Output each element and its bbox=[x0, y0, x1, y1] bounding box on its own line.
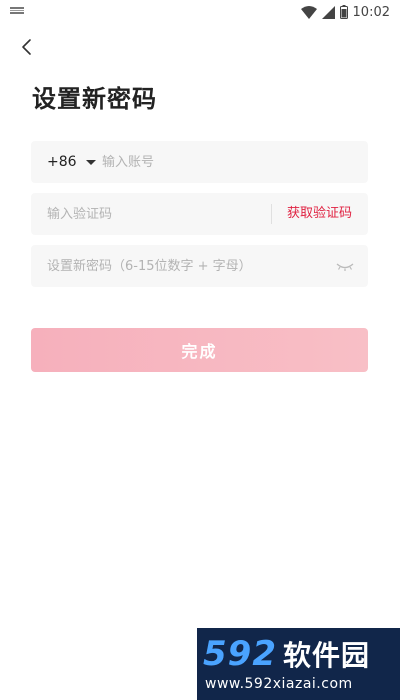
watermark-number: 592 bbox=[203, 634, 277, 674]
caret-down-icon bbox=[85, 159, 96, 165]
account-field: +86 bbox=[31, 141, 368, 183]
watermark-logo: 592 软件园 www.592xiazai.com bbox=[197, 628, 400, 700]
new-password-input[interactable] bbox=[47, 245, 327, 287]
battery-icon bbox=[339, 5, 348, 19]
wifi-icon bbox=[300, 5, 317, 19]
verification-code-field: 获取验证码 bbox=[31, 193, 368, 235]
country-code: +86 bbox=[47, 154, 77, 170]
eye-closed-icon[interactable] bbox=[336, 258, 354, 274]
verification-code-input[interactable] bbox=[47, 193, 267, 235]
account-input[interactable] bbox=[102, 141, 352, 183]
country-code-selector[interactable]: +86 bbox=[47, 141, 96, 183]
divider bbox=[271, 204, 272, 224]
new-password-field bbox=[31, 245, 368, 287]
get-code-button[interactable]: 获取验证码 bbox=[287, 193, 352, 235]
signal-icon bbox=[321, 5, 335, 19]
page-title: 设置新密码 bbox=[32, 85, 157, 113]
chevron-left-icon[interactable] bbox=[16, 36, 38, 58]
notification-icon bbox=[10, 7, 24, 14]
status-bar: 10:02 bbox=[0, 0, 400, 24]
watermark-text: 软件园 bbox=[282, 639, 370, 672]
done-button[interactable]: 完成 bbox=[31, 328, 368, 372]
watermark-url: www.592xiazai.com bbox=[205, 676, 353, 692]
status-time: 10:02 bbox=[352, 4, 390, 20]
